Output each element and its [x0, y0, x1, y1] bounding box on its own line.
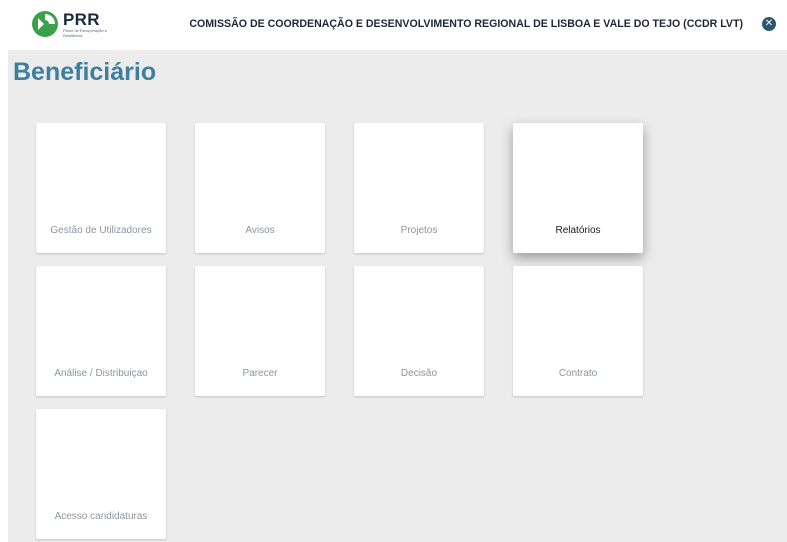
- logo-subtitle: Plano de Recuperação e Resiliência: [63, 27, 108, 38]
- logo-text: PRR Plano de Recuperação e Resiliência: [63, 11, 123, 38]
- tile-projetos[interactable]: Projetos: [354, 123, 484, 253]
- tile-label: Decisão: [400, 368, 438, 379]
- organization-name: COMISSÃO DE COORDENAÇÃO E DESENVOLVIMENT…: [189, 18, 743, 30]
- top-bar: PRR Plano de Recuperação e Resiliência C…: [0, 0, 787, 50]
- tile-analise-distribuicao[interactable]: Análise / Distribuiçao: [36, 266, 166, 396]
- main-content: Beneficiário Gestão de Utilizadores Avis…: [8, 50, 787, 542]
- page-title: Beneficiário: [13, 58, 157, 86]
- tile-parecer[interactable]: Parecer: [195, 266, 325, 396]
- tile-label: Contrato: [558, 368, 598, 379]
- tile-gestao-utilizadores[interactable]: Gestão de Utilizadores: [36, 123, 166, 253]
- logo-title: PRR: [63, 9, 100, 29]
- tile-label: Avisos: [245, 225, 275, 236]
- tile-label: Acesso candidaturas: [54, 511, 148, 522]
- tile-label: Parecer: [242, 368, 278, 379]
- tile-label: Gestão de Utilizadores: [50, 225, 152, 236]
- tile-avisos[interactable]: Avisos: [195, 123, 325, 253]
- prr-logo[interactable]: PRR Plano de Recuperação e Resiliência: [30, 8, 140, 40]
- prr-logo-icon: [32, 11, 58, 37]
- tile-acesso-candidaturas[interactable]: Acesso candidaturas: [36, 409, 166, 539]
- tile-label: Projetos: [400, 225, 438, 236]
- tile-label: Análise / Distribuiçao: [54, 368, 148, 379]
- tile-contrato[interactable]: Contrato: [513, 266, 643, 396]
- tile-relatorios[interactable]: Relatórios: [513, 123, 643, 253]
- close-icon[interactable]: ✕: [762, 17, 776, 31]
- tile-decisao[interactable]: Decisão: [354, 266, 484, 396]
- tile-label: Relatórios: [555, 225, 601, 236]
